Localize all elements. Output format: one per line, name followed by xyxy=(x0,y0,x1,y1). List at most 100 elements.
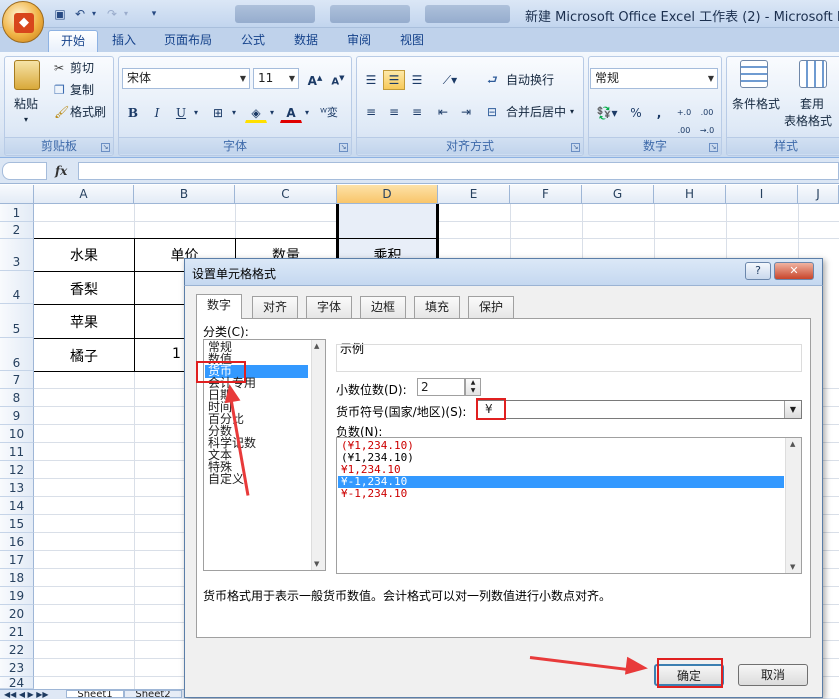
tab-insert[interactable]: 插入 xyxy=(100,30,148,52)
wrap-text-button[interactable]: 自动换行 xyxy=(506,72,554,88)
cell-a6[interactable]: 橘子 xyxy=(34,346,134,366)
dialog-tab-fill[interactable]: 填充 xyxy=(414,296,461,318)
select-all-corner[interactable] xyxy=(0,185,34,204)
dialog-launcher-icon[interactable]: ↘ xyxy=(571,143,580,152)
scroll-up-icon[interactable]: ▲ xyxy=(314,342,319,350)
dialog-title-bar[interactable] xyxy=(184,258,823,286)
number-format-select[interactable]: 常规 ▼ xyxy=(590,68,718,89)
font-color-dropdown-icon[interactable]: ▾ xyxy=(301,103,313,123)
fill-color-dropdown-icon[interactable]: ▾ xyxy=(266,103,278,123)
column-header-h[interactable]: H xyxy=(654,185,726,204)
dialog-launcher-icon[interactable]: ↘ xyxy=(339,143,348,152)
currency-symbol-select[interactable]: ¥ ▼ xyxy=(476,400,802,419)
row-header[interactable]: 3 xyxy=(0,239,34,271)
cell-a3[interactable]: 水果 xyxy=(34,245,134,265)
row-header[interactable]: 23 xyxy=(0,659,34,677)
scroll-down-icon[interactable]: ▼ xyxy=(314,560,319,568)
column-header-j[interactable]: J xyxy=(798,185,839,204)
format-as-table-button-line1[interactable]: 套用 xyxy=(800,96,824,112)
decimal-spinner-icon[interactable]: ▲ ▼ xyxy=(465,378,481,396)
dialog-tab-alignment[interactable]: 对齐 xyxy=(252,296,299,318)
dialog-launcher-icon[interactable]: ↘ xyxy=(101,143,110,152)
increase-indent-icon[interactable]: ⇥ xyxy=(455,102,477,122)
row-header[interactable]: 22 xyxy=(0,641,34,659)
row-header[interactable]: 21 xyxy=(0,623,34,641)
tab-view[interactable]: 视图 xyxy=(388,30,436,52)
row-header[interactable]: 16 xyxy=(0,533,34,551)
paste-button[interactable]: 粘贴 xyxy=(14,96,38,112)
font-size-select[interactable]: 11 ▼ xyxy=(253,68,299,89)
row-header[interactable]: 18 xyxy=(0,569,34,587)
negative-option[interactable]: ¥-1,234.10 xyxy=(338,488,784,500)
row-header[interactable]: 5 xyxy=(0,304,34,338)
row-header[interactable]: 12 xyxy=(0,461,34,479)
dialog-tab-number[interactable]: 数字 xyxy=(196,294,243,319)
percent-button[interactable]: % xyxy=(625,103,647,123)
grow-font-icon[interactable]: A▲ xyxy=(304,68,326,88)
format-painter-button[interactable]: 格式刷 xyxy=(70,104,106,120)
negative-list-scrollbar[interactable]: ▲ ▼ xyxy=(785,438,801,573)
phonetic-icon[interactable]: ᵂ変 xyxy=(316,103,342,123)
conditional-format-icon[interactable] xyxy=(740,60,768,88)
conditional-format-button[interactable]: 条件格式 xyxy=(732,96,780,112)
decimal-places-input[interactable]: 2 xyxy=(417,378,465,396)
align-left-icon[interactable]: ≡ xyxy=(360,102,382,122)
underline-button[interactable]: U xyxy=(170,103,192,123)
fill-color-icon[interactable]: ◈ xyxy=(245,103,267,123)
cell-b6[interactable]: 1 xyxy=(172,346,184,362)
dialog-launcher-icon[interactable]: ↘ xyxy=(709,143,718,152)
column-header-d[interactable]: D xyxy=(337,185,438,204)
row-header[interactable]: 10 xyxy=(0,425,34,443)
row-header[interactable]: 7 xyxy=(0,371,34,389)
row-header[interactable]: 9 xyxy=(0,407,34,425)
font-name-select[interactable]: 宋体 ▼ xyxy=(122,68,250,89)
cell-a4[interactable]: 香梨 xyxy=(34,279,134,299)
italic-button[interactable]: I xyxy=(146,103,168,123)
office-button[interactable]: ◆ xyxy=(2,1,44,43)
tab-home[interactable]: 开始 xyxy=(48,30,99,52)
category-scrollbar[interactable]: ▲ ▼ xyxy=(311,340,325,570)
formula-input[interactable] xyxy=(78,162,839,180)
column-header-f[interactable]: F xyxy=(510,185,582,204)
paste-dropdown-icon[interactable]: ▾ xyxy=(24,112,28,128)
decrease-indent-icon[interactable]: ⇤ xyxy=(432,102,454,122)
cancel-button[interactable]: 取消 xyxy=(738,664,808,686)
column-header-i[interactable]: I xyxy=(726,185,798,204)
cell-a5[interactable]: 苹果 xyxy=(34,312,134,332)
comma-style-button[interactable]: , xyxy=(648,103,670,123)
row-header[interactable]: 20 xyxy=(0,605,34,623)
accounting-format-icon[interactable]: 💱▾ xyxy=(592,103,622,123)
dialog-tab-font[interactable]: 字体 xyxy=(306,296,353,318)
row-header[interactable]: 19 xyxy=(0,587,34,605)
merge-dropdown-icon[interactable]: ▾ xyxy=(570,104,574,120)
help-button[interactable]: ? xyxy=(745,262,771,280)
bold-button[interactable]: B xyxy=(122,103,144,123)
format-as-table-icon[interactable] xyxy=(799,60,827,88)
merge-center-button[interactable]: 合并后居中 xyxy=(506,104,566,120)
row-header[interactable]: 1 xyxy=(0,204,34,222)
category-item[interactable]: 自定义 xyxy=(205,473,308,486)
close-button[interactable]: ✕ xyxy=(774,262,814,280)
tab-formulas[interactable]: 公式 xyxy=(229,30,277,52)
shrink-font-icon[interactable]: A▼ xyxy=(327,68,349,88)
row-header[interactable]: 8 xyxy=(0,389,34,407)
increase-decimal-icon[interactable]: +.0.00 xyxy=(673,103,695,135)
row-header[interactable]: 24 xyxy=(0,677,34,689)
insert-function-button[interactable]: fx xyxy=(55,162,75,180)
row-header[interactable]: 2 xyxy=(0,222,34,239)
paste-icon[interactable] xyxy=(14,60,40,90)
borders-dropdown-icon[interactable]: ▾ xyxy=(228,103,240,123)
column-header-g[interactable]: G xyxy=(582,185,654,204)
tab-review[interactable]: 审阅 xyxy=(335,30,383,52)
decrease-decimal-icon[interactable]: .00 →.0 xyxy=(696,103,718,135)
cut-button[interactable]: 剪切 xyxy=(70,60,94,76)
align-middle-icon[interactable]: ☰ xyxy=(383,70,405,90)
customize-toolbar-icon[interactable]: ▾ xyxy=(146,6,162,22)
borders-icon[interactable]: ⊞ xyxy=(207,103,229,123)
scroll-up-icon[interactable]: ▲ xyxy=(790,440,795,448)
column-header-e[interactable]: E xyxy=(438,185,510,204)
row-header[interactable]: 17 xyxy=(0,551,34,569)
align-center-icon[interactable]: ≡ xyxy=(383,102,405,122)
column-header-a[interactable]: A xyxy=(34,185,134,204)
row-header[interactable]: 11 xyxy=(0,443,34,461)
